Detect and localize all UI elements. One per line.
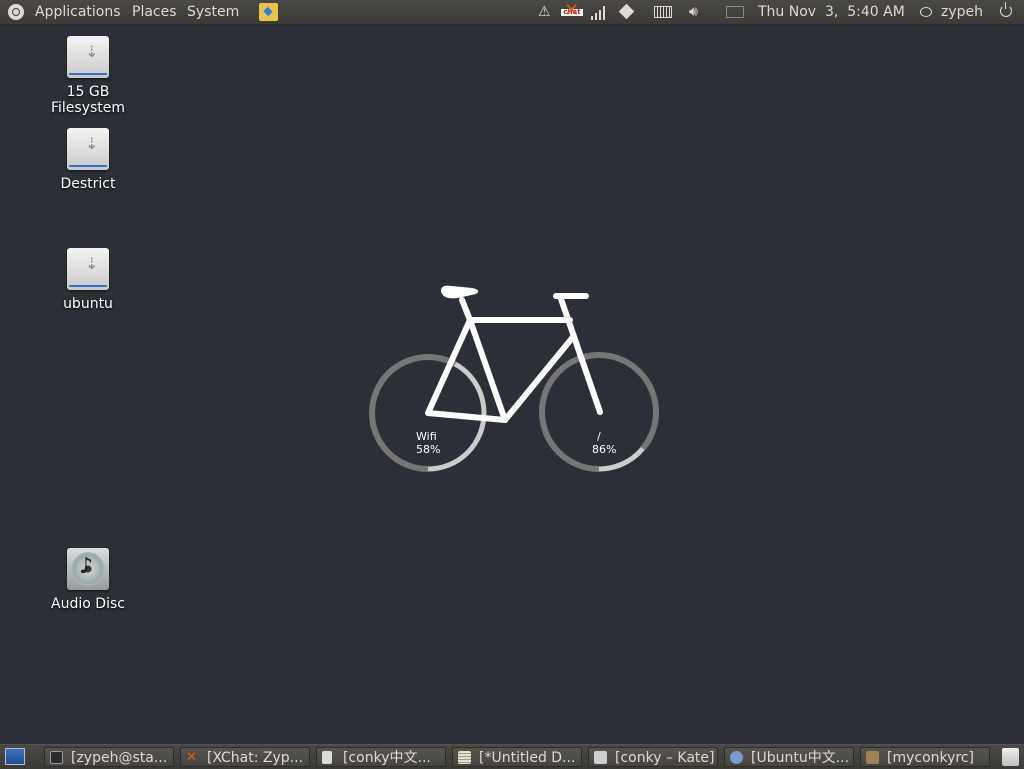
task-label: [*Untitled D... [479, 750, 576, 766]
volume-icon[interactable]: 🔊︎ [689, 4, 698, 20]
places-menu[interactable]: Places [132, 0, 177, 24]
kate-icon [594, 751, 607, 764]
desktop-icon-label: Destrict [60, 176, 116, 192]
desktop-icon-label: ubuntu [63, 296, 113, 312]
task-label: [conky – Kate] [615, 750, 715, 766]
keyboard-icon[interactable] [654, 6, 672, 18]
dropbox-launcher-icon[interactable] [259, 3, 278, 21]
bottom-panel: [zypeh@sta... ✕ [XChat: Zyp... [conky中文.… [0, 744, 1024, 769]
bicycle-frame [425, 293, 603, 423]
task-conky-doc[interactable]: [conky中文... [316, 747, 446, 767]
power-icon[interactable] [1000, 2, 1012, 17]
document-icon [322, 751, 332, 764]
folder-icon [866, 751, 879, 764]
text-editor-icon [458, 751, 471, 764]
task-label: [XChat: Zyp... [207, 750, 304, 766]
chat-status-icon[interactable] [920, 7, 932, 17]
desktop-icon-label: 15 GB Filesystem [50, 84, 126, 116]
xchat-icon: ✕ [186, 750, 197, 765]
audio-cd-icon: ♪ [67, 548, 109, 590]
root-ring [539, 352, 659, 472]
show-desktop-icon[interactable] [5, 748, 25, 765]
wifi-label: Wifi [416, 430, 437, 443]
trash-icon[interactable] [1002, 748, 1019, 766]
wifi-value: 58% [416, 443, 440, 456]
root-value: 86% [592, 443, 616, 456]
usb-drive-icon: ⇣ [67, 248, 109, 290]
desktop-icon-label: Audio Disc [51, 596, 125, 612]
task-folder[interactable]: [myconkyrc] [860, 747, 990, 767]
terminal-icon [50, 751, 63, 764]
task-untitled[interactable]: [*Untitled D... [452, 747, 582, 767]
wifi-ring-track [369, 354, 487, 472]
clock[interactable]: Thu Nov 3, 5:40 AM [758, 0, 905, 24]
task-kate[interactable]: [conky – Kate] [588, 747, 718, 767]
xchat-icon[interactable]: chat ✕ [561, 2, 583, 20]
mail-icon[interactable] [726, 6, 744, 18]
usb-drive-icon: ⇣ [67, 128, 109, 170]
task-terminal[interactable]: [zypeh@sta... [44, 747, 174, 767]
bicycle-saddle [440, 285, 479, 299]
task-label: [Ubuntu中文... [751, 750, 850, 766]
applications-menu[interactable]: Applications [35, 0, 121, 24]
task-browser[interactable]: [Ubuntu中文... [724, 747, 854, 767]
task-label: [myconkyrc] [887, 750, 975, 766]
root-ring-track [539, 352, 659, 472]
task-label: [conky中文... [343, 750, 431, 766]
task-label: [zypeh@sta... [71, 750, 168, 766]
warning-icon[interactable]: ⚠ [538, 4, 551, 20]
conky-bicycle-widget: Wifi 58% / 86% [369, 285, 659, 472]
dropbox-icon[interactable] [618, 3, 635, 20]
task-xchat[interactable]: ✕ [XChat: Zyp... [180, 747, 310, 767]
wifi-ring [369, 354, 487, 472]
signal-icon[interactable] [591, 4, 605, 20]
user-menu[interactable]: zypeh [941, 0, 983, 24]
ubuntu-logo-icon[interactable] [8, 4, 24, 20]
desktop-icon-filesystem[interactable]: ⇣ 15 GB Filesystem [28, 36, 148, 116]
usb-drive-icon: ⇣ [67, 36, 109, 78]
root-label: / [597, 430, 601, 443]
browser-icon [730, 751, 743, 764]
top-panel: Applications Places System ⚠ chat ✕ 🔊︎ T… [0, 0, 1024, 25]
system-menu[interactable]: System [187, 0, 239, 24]
desktop-icon-audio-disc[interactable]: ♪ Audio Disc [28, 548, 148, 612]
desktop-icon-ubuntu[interactable]: ⇣ ubuntu [28, 248, 148, 312]
desktop-icon-destrict[interactable]: ⇣ Destrict [28, 128, 148, 192]
